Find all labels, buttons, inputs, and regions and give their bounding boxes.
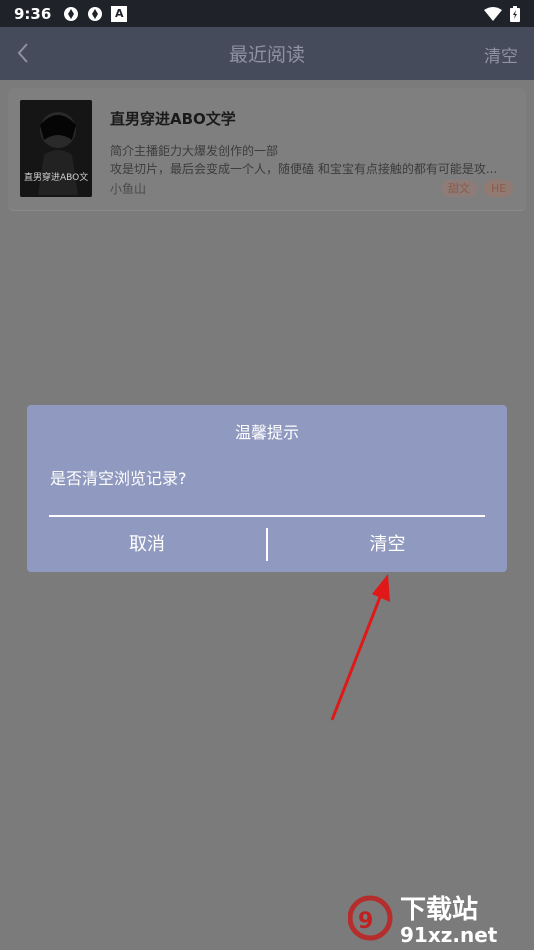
confirm-dialog: 温馨提示 是否清空浏览记录? 取消 清空 — [27, 405, 507, 572]
book-description-line2: 攻是切片，最后会变成一个人，随便磕 和宝宝有点接触的都有可能是攻... — [110, 162, 498, 176]
dialog-title: 温馨提示 — [234, 423, 299, 442]
book-description-line1: 简介主播鉅力大爆发创作的一部 — [110, 144, 279, 158]
wifi-icon — [484, 6, 502, 21]
app-notification-icon — [64, 6, 79, 21]
book-title[interactable]: 直男穿进ABO文学 — [110, 108, 236, 129]
book-cover-text: 直男穿进ABO文 — [24, 171, 88, 183]
book-cover-image: 直男穿进ABO文 — [20, 100, 92, 197]
cancel-button[interactable]: 取消 — [27, 517, 267, 572]
book-cover[interactable]: 直男穿进ABO文 — [20, 100, 92, 197]
status-bar: 9:36 A — [0, 0, 534, 27]
dialog-message: 是否清空浏览记录? — [50, 469, 187, 488]
tag-he: HE — [484, 180, 514, 197]
book-author: 小鱼山 — [110, 182, 147, 196]
site-watermark: 9 下载站 91xz.net — [348, 895, 498, 946]
clear-button[interactable]: 清空 — [484, 42, 518, 67]
status-time: 9:36 — [14, 4, 52, 23]
red-arrow-annotation — [330, 574, 390, 721]
text-notification-icon: A — [111, 5, 128, 22]
confirm-clear-button[interactable]: 清空 — [268, 517, 507, 572]
app-notification-icon-2 — [88, 6, 103, 21]
book-card[interactable]: 直男穿进ABO文 直男穿进ABO文学 简介主播鉅力大爆发创作的一部 攻是切片，最… — [8, 88, 526, 211]
nav-bar: 最近阅读 清空 — [0, 27, 534, 80]
watermark-site-text: 91xz.net — [400, 923, 498, 946]
svg-text:9: 9 — [358, 909, 373, 934]
battery-icon — [510, 5, 520, 22]
watermark-logo-text: 下载站 — [400, 895, 478, 925]
page-title: 最近阅读 — [228, 44, 305, 66]
back-arrow-icon[interactable] — [12, 41, 36, 65]
tag-sweet: 甜文 — [441, 180, 477, 197]
